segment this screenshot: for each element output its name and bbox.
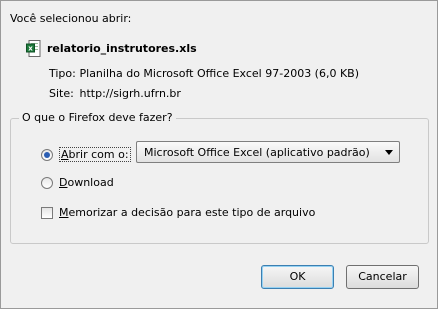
open-with-label[interactable]: Abrir com o: [59,147,131,162]
file-type-key: Tipo: [49,67,76,80]
remember-checkbox[interactable] [41,207,53,219]
header-label: Você selecionou abrir: [10,12,132,25]
file-site-row: Site: http://sigrh.ufrn.br [49,87,181,100]
open-with-radio[interactable] [41,149,53,161]
excel-file-icon: x [26,40,41,57]
file-site-key: Site: [49,87,74,100]
radio-selected-dot [44,152,50,158]
open-with-select[interactable]: Microsoft Office Excel (aplicativo padrã… [136,141,400,163]
chevron-down-icon [385,150,393,155]
cancel-button[interactable]: Cancelar [346,265,419,289]
file-type-row: Tipo: Planilha do Microsoft Office Excel… [49,67,359,80]
remember-label[interactable]: Memorizar a decisão para este tipo de ar… [59,206,315,219]
file-type-value: Planilha do Microsoft Office Excel 97-20… [79,67,360,80]
file-site-value: http://sigrh.ufrn.br [79,87,181,100]
file-row: x relatorio_instrutores.xls [26,40,197,57]
ok-button[interactable]: OK [261,265,334,289]
file-name: relatorio_instrutores.xls [47,42,197,55]
download-label[interactable]: Download [59,176,114,189]
action-group-legend: O que o Firefox deve fazer? [19,111,176,124]
download-dialog: Você selecionou abrir: x relatorio_instr… [0,0,438,309]
download-radio[interactable] [41,177,53,189]
svg-text:x: x [28,45,33,53]
open-with-selected-value: Microsoft Office Excel (aplicativo padrã… [144,146,370,159]
